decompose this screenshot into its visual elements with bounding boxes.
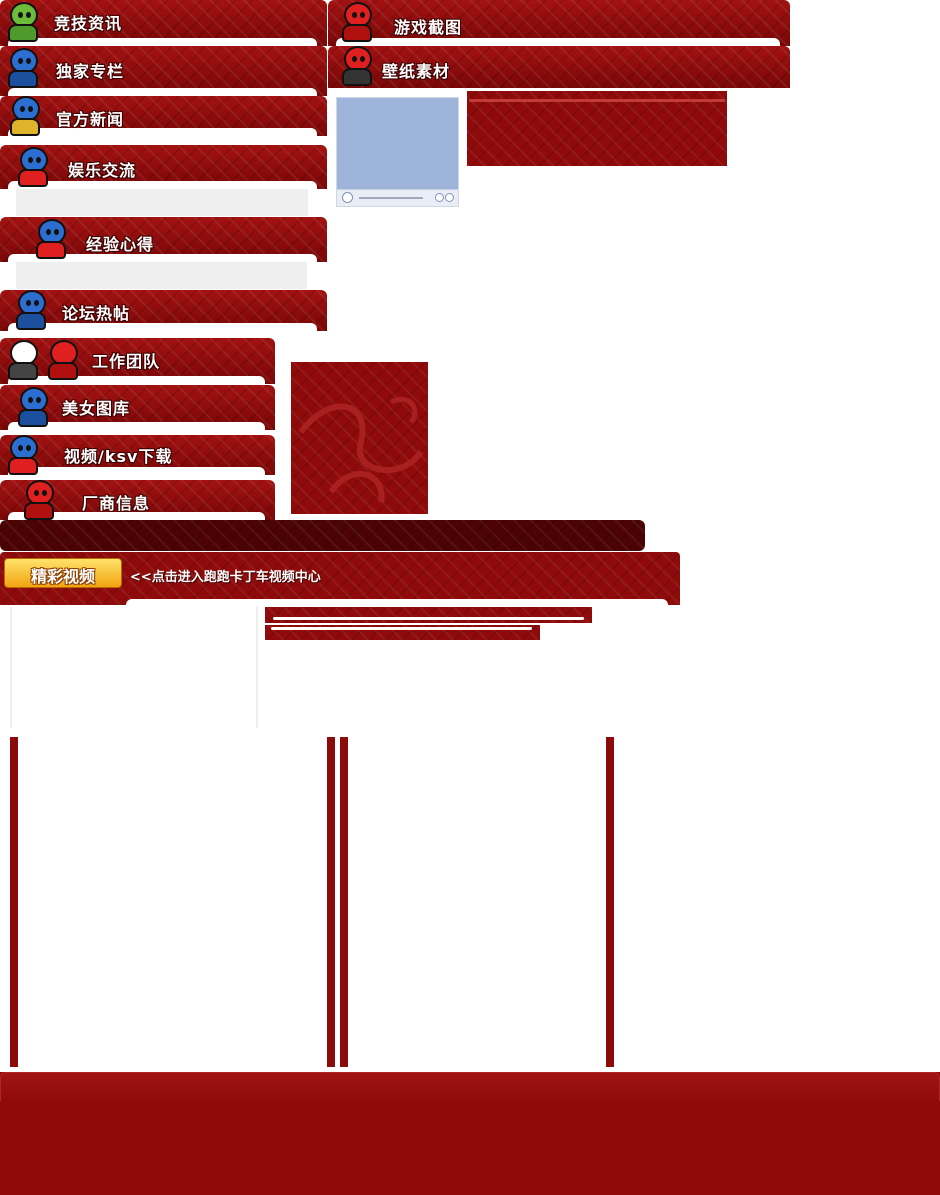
nav-item-experience[interactable]: 经验心得: [0, 217, 327, 262]
nav-item-exclusive-column[interactable]: 独家专栏: [0, 46, 327, 96]
video-section-tab[interactable]: 精彩视频: [4, 558, 122, 588]
video-section-header: 精彩视频 <<点击进入跑跑卡丁车视频中心: [0, 552, 680, 605]
nav-label: 美女图库: [62, 399, 131, 418]
nav-item-video-ksv[interactable]: 视频/ksv下载: [0, 435, 275, 475]
divider-bar: [0, 520, 645, 551]
nav-item-vendor-info[interactable]: 厂商信息: [0, 480, 275, 520]
nav-label: 壁纸素材: [382, 62, 451, 81]
wave-decoration-image: [291, 362, 428, 514]
column-border: [327, 737, 335, 1067]
nav-label: 官方新闻: [56, 110, 125, 129]
seek-bar[interactable]: [359, 197, 423, 199]
promo-banner[interactable]: [467, 91, 727, 166]
nav-item-wallpaper[interactable]: 壁纸素材: [328, 46, 790, 88]
nav-label: 厂商信息: [82, 494, 151, 513]
nav-item-official-news[interactable]: 官方新闻: [0, 96, 327, 136]
nav-item-game-screenshots[interactable]: 游戏截图: [328, 0, 790, 46]
video-list-bar[interactable]: [265, 625, 540, 640]
blue-ninja-icon: [4, 48, 42, 88]
previous-icon[interactable]: [435, 193, 444, 202]
red-ninja-racer-icon: [20, 480, 58, 520]
player-controls: [337, 189, 458, 206]
nav-item-work-team[interactable]: 工作团队: [0, 338, 275, 384]
panda-and-red-ninja-icon: [4, 340, 84, 380]
video-section-title: 精彩视频: [30, 567, 95, 586]
blue-racer-red-kart-icon: [4, 435, 42, 475]
video-center-link[interactable]: <<点击进入跑跑卡丁车视频中心: [130, 566, 321, 585]
content-panel: [16, 189, 308, 216]
blue-racer-kart-icon: [32, 219, 70, 259]
nav-label: 竞技资讯: [54, 14, 123, 33]
column-border: [606, 737, 614, 1067]
nav-label: 经验心得: [86, 235, 155, 254]
next-icon[interactable]: [445, 193, 454, 202]
video-list-bar[interactable]: [265, 607, 592, 623]
green-helmet-racer-icon: [4, 2, 42, 42]
nav-label: 视频/ksv下载: [64, 447, 173, 466]
nav-label: 游戏截图: [394, 18, 463, 37]
red-kart-racer-icon: [14, 147, 52, 187]
nav-label: 娱乐交流: [68, 161, 137, 180]
play-icon[interactable]: [342, 192, 353, 203]
column-border: [340, 737, 348, 1067]
nav-item-competition-news[interactable]: 竞技资讯: [0, 0, 327, 46]
red-ninja-icon: [338, 2, 376, 42]
blue-racer-kart-icon: [6, 96, 44, 136]
nav-label: 独家专栏: [56, 62, 125, 81]
page-footer: [0, 1072, 940, 1195]
content-panel: [16, 262, 307, 289]
media-player[interactable]: [336, 97, 459, 207]
nav-label: 论坛热帖: [62, 304, 131, 323]
video-thumbnail[interactable]: [10, 607, 258, 728]
blue-ninja-kart-icon: [12, 290, 50, 330]
nav-item-forum-hot[interactable]: 论坛热帖: [0, 290, 327, 331]
cloud-wave-icon: [298, 397, 424, 503]
nav-item-beauty-gallery[interactable]: 美女图库: [0, 385, 275, 430]
blue-ninja-icon: [14, 387, 52, 427]
red-ninja-kart-icon: [338, 46, 376, 86]
nav-label: 工作团队: [92, 352, 161, 371]
column-border: [10, 737, 18, 1067]
nav-item-entertainment[interactable]: 娱乐交流: [0, 145, 327, 189]
